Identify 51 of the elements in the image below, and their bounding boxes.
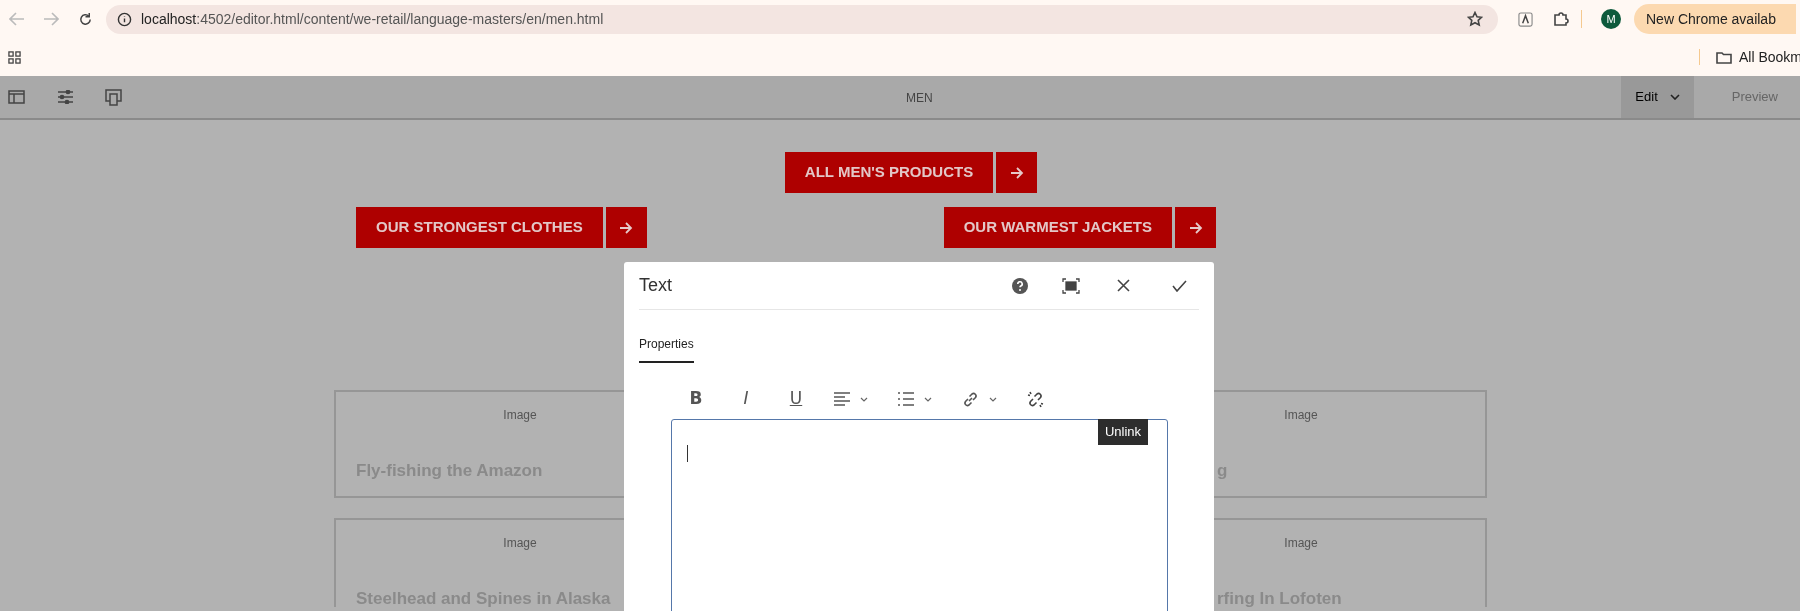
- apps-grid-icon[interactable]: [8, 50, 21, 64]
- image-placeholder-label: Image: [502, 535, 538, 552]
- arrow-button[interactable]: [605, 207, 647, 248]
- list-icon: [898, 392, 914, 406]
- align-icon: [834, 392, 850, 406]
- address-bar[interactable]: localhost:4502/editor.html/content/we-retail/language-masters/en/men.html: [106, 4, 1498, 34]
- emulator-icon[interactable]: [105, 88, 122, 106]
- close-icon[interactable]: [1117, 279, 1130, 292]
- chevron-down-icon: [989, 396, 997, 402]
- checkmark-icon[interactable]: [1172, 279, 1187, 292]
- arrow-button[interactable]: [1175, 207, 1217, 248]
- image-placeholder-label: Image: [502, 407, 538, 424]
- arrow-button[interactable]: [996, 152, 1038, 193]
- chevron-down-icon: [924, 396, 932, 402]
- extension-icon[interactable]: [1518, 11, 1533, 27]
- arrow-icon: [1009, 166, 1024, 179]
- mode-button[interactable]: Edit: [1621, 76, 1694, 118]
- properties-sliders-icon[interactable]: [57, 90, 74, 104]
- list-dropdown[interactable]: [898, 392, 932, 406]
- link-button[interactable]: OUR WARMEST JACKETS: [943, 207, 1173, 248]
- star-icon[interactable]: [1467, 11, 1483, 27]
- reload-icon[interactable]: [78, 11, 93, 27]
- link-button[interactable]: OUR STRONGEST CLOTHES: [356, 207, 603, 248]
- link-button[interactable]: ALL MEN'S PRODUCTS: [784, 152, 994, 193]
- fullscreen-icon[interactable]: [1062, 277, 1080, 294]
- italic-button[interactable]: I: [736, 386, 756, 412]
- link-icon: [962, 390, 979, 408]
- side-panel-icon[interactable]: [8, 90, 25, 104]
- link-dropdown[interactable]: [962, 390, 997, 408]
- url-text: localhost:4502/editor.html/content/we-retail/language-masters/en/men.html: [141, 9, 604, 29]
- align-dropdown[interactable]: [834, 392, 868, 406]
- dialog-tab[interactable]: Properties: [639, 335, 694, 363]
- update-chrome-button[interactable]: New Chrome availab: [1634, 4, 1796, 34]
- dialog-title: Text: [639, 274, 672, 297]
- text-cursor: [687, 445, 688, 462]
- chevron-down-icon: [1669, 94, 1680, 100]
- puzzle-icon[interactable]: [1553, 11, 1569, 27]
- rich-text-field[interactable]: Unlink: [671, 419, 1168, 611]
- tooltip: Unlink: [1097, 419, 1148, 445]
- profile-avatar[interactable]: M: [1601, 9, 1621, 29]
- underline-button[interactable]: U: [786, 386, 806, 412]
- image-placeholder-label: Image: [1283, 407, 1319, 424]
- image-placeholder-label: Image: [1283, 535, 1319, 552]
- info-icon[interactable]: [117, 11, 132, 27]
- chevron-down-icon: [860, 396, 868, 402]
- arrow-icon: [619, 221, 634, 234]
- unlink-icon[interactable]: [1027, 390, 1044, 408]
- help-icon[interactable]: [1012, 277, 1028, 294]
- arrow-icon: [1188, 221, 1203, 234]
- page-title: MEN: [906, 90, 933, 107]
- folder-icon[interactable]: [1716, 50, 1732, 64]
